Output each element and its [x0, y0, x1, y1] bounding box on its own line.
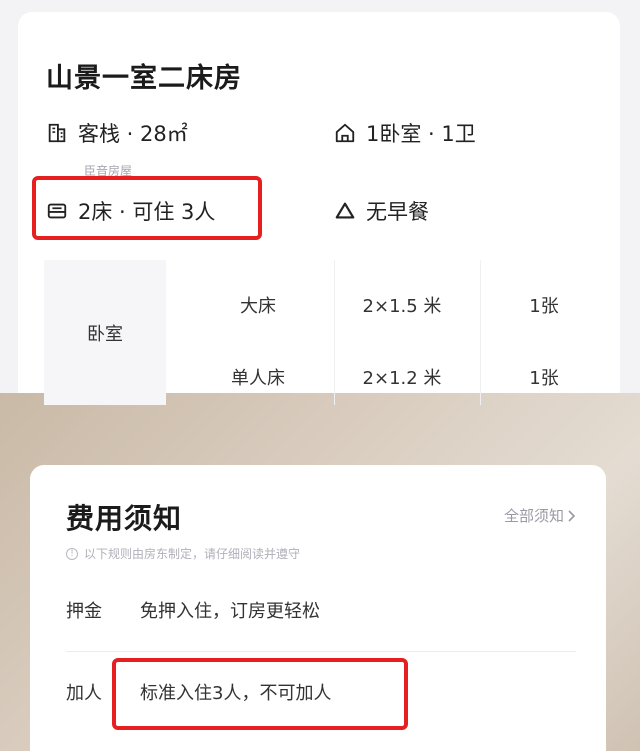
fee-title: 费用须知 — [66, 502, 183, 535]
bed-count-cell: 1张 — [529, 296, 559, 317]
row-divider — [66, 651, 576, 652]
room-breakfast: 无早餐 — [334, 196, 429, 226]
room-title: 山景一室二床房 — [46, 63, 242, 94]
house-icon — [335, 123, 355, 143]
highlight-box-extra-guest — [112, 658, 408, 730]
highlight-box-guests — [32, 176, 262, 240]
deposit-label: 押金 — [66, 601, 102, 622]
room-layout: 1卧室 · 1卫 — [334, 118, 476, 148]
bed-count-cell: 1张 — [529, 368, 559, 389]
all-notice-link[interactable]: 全部须知 — [504, 505, 576, 526]
all-notice-label: 全部须知 — [503, 507, 564, 525]
rules-notice-text: 以下规则由房东制定，请仔细阅读并遵守 — [84, 547, 301, 561]
room-type-size: 客栈 · 28㎡ — [46, 118, 188, 148]
bed-size-cell: 2×1.5 米 — [362, 296, 442, 317]
triangle-icon — [335, 202, 355, 219]
bed-size-cell: 2×1.2 米 — [362, 368, 442, 389]
room-type-size-label: 客栈 · 28㎡ — [78, 122, 188, 146]
room-layout-label: 1卧室 · 1卫 — [366, 122, 476, 146]
deposit-row: 押金 免押入住，订房更轻松 — [66, 597, 320, 623]
chevron-right-icon — [568, 509, 576, 522]
building-icon — [48, 123, 66, 143]
bed-type-cell: 大床 — [240, 296, 276, 317]
room-breakfast-label: 无早餐 — [366, 200, 429, 224]
bed-table-room-label: 卧室 — [44, 260, 166, 405]
rules-notice: ! 以下规则由房东制定，请仔细阅读并遵守 — [66, 545, 300, 562]
info-icon: ! — [66, 547, 78, 560]
deposit-value: 免押入住，订房更轻松 — [140, 601, 320, 622]
bed-type-cell: 单人床 — [231, 368, 285, 389]
bed-table: 卧室 大床 2×1.5 米 1张 单人床 2×1.2 米 1张 — [44, 252, 614, 405]
